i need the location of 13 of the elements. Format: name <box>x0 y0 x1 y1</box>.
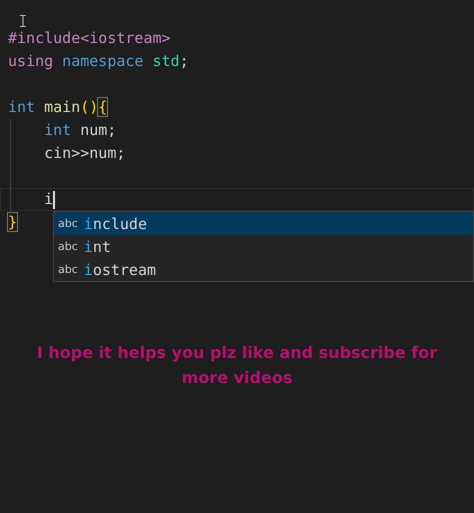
code-line: using namespace std; <box>8 51 189 72</box>
code-line: #include<iostream> <box>8 28 171 49</box>
text-cursor-icon <box>20 15 26 27</box>
suggestion-item[interactable]: abc include <box>54 212 473 235</box>
code-line: int main(){ <box>8 97 108 118</box>
code-line: } <box>8 212 18 233</box>
text-caret <box>53 190 55 209</box>
suggestion-item[interactable]: abc iostream <box>54 258 473 281</box>
code-line: i <box>0 188 474 211</box>
caption-text: I hope it helps you plz like and subscribe for more videos <box>36 342 438 389</box>
suggestion-item[interactable]: abc int <box>54 235 473 258</box>
code-line: int num; <box>43 120 116 141</box>
code-line: cin>>num; <box>43 143 126 164</box>
